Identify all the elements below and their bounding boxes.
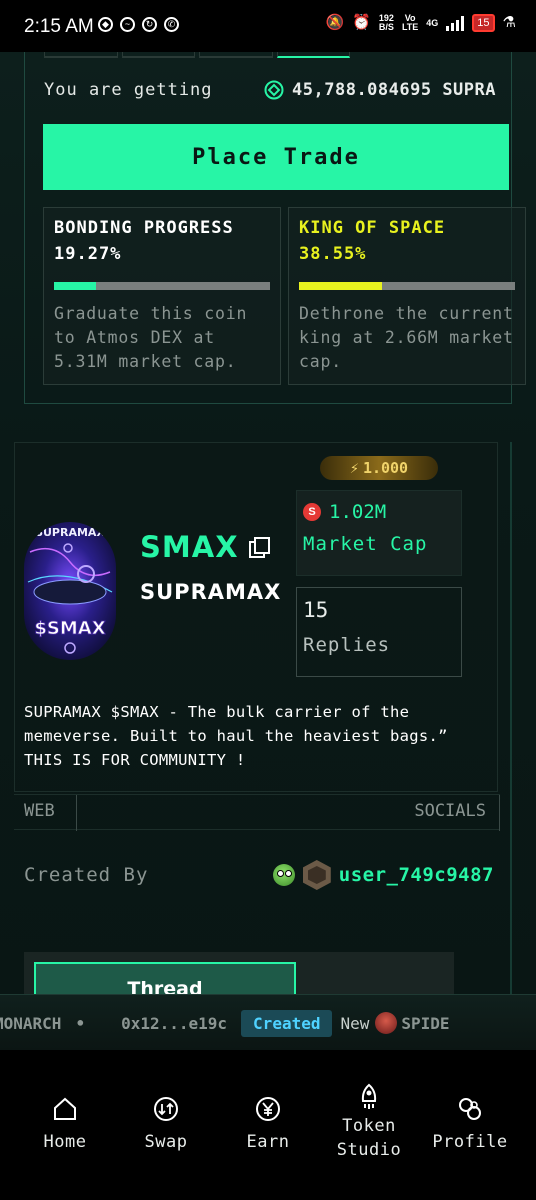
created-by-label: Created By — [24, 864, 149, 886]
ticker-token-avatar — [375, 1012, 398, 1034]
market-cap-label: Market Cap — [303, 533, 428, 555]
king-progress-bar — [299, 282, 515, 290]
king-title: KING OF SPACE — [299, 218, 446, 238]
web-link[interactable]: WEB — [24, 801, 55, 821]
market-cap-box: 1.02M Market Cap — [296, 490, 462, 576]
bottom-nav: Home Swap Earn Token Studio Profile — [0, 1050, 536, 1200]
divider — [499, 795, 500, 831]
nav-home[interactable]: Home — [15, 1094, 115, 1154]
status-bar: 2:15 AM ◆ ~ ↻ ✆ 🔕 ⏰ 192 B/S Vo LTE 4G 15… — [0, 0, 536, 52]
power-value: 1.000 — [362, 459, 409, 477]
token-artwork: SUPRAMAX $SMAX — [24, 522, 116, 660]
king-progress-fill — [299, 282, 383, 290]
bonding-progress-card: BONDING PROGRESS 19.27% Graduate this co… — [43, 207, 281, 385]
nav-profile[interactable]: Profile — [420, 1094, 520, 1154]
nav-earn-label: Earn — [246, 1132, 290, 1152]
king-of-space-card: KING OF SPACE 38.55% Dethrone the curren… — [288, 207, 526, 385]
notification-icons: ◆ ~ ↻ ✆ — [98, 17, 179, 32]
ticker-token[interactable]: MONARCH — [0, 1014, 61, 1033]
ticker-separator: • — [75, 1013, 86, 1033]
nav-swap-label: Swap — [144, 1132, 188, 1152]
preset-tab[interactable] — [121, 52, 195, 58]
token-image[interactable]: SUPRAMAX $SMAX — [24, 522, 116, 660]
receive-amount-group: 45,788.084695 SUPRA — [264, 80, 496, 100]
ticker-created-badge: Created — [241, 1009, 333, 1037]
mute-icon: 🔕 — [325, 14, 345, 31]
lightning-icon: ⚡ — [349, 459, 359, 477]
divider — [510, 442, 512, 1050]
nav-profile-label: Profile — [432, 1132, 508, 1152]
whatsapp-icon: ✆ — [164, 17, 179, 32]
volte-indicator: Vo LTE — [401, 13, 419, 32]
nav-swap[interactable]: Swap — [116, 1094, 216, 1154]
socials-link[interactable]: SOCIALS — [414, 801, 486, 821]
rank-badge-icon — [302, 860, 331, 890]
bonding-percent: 19.27% — [54, 244, 122, 264]
ticker-token[interactable]: SPIDE — [401, 1014, 449, 1033]
ticker-track: MONARCH • 0x12...e19c Created New SPIDE — [0, 995, 464, 1050]
bonding-description: Graduate this coin to Atmos DEX at 5.31M… — [54, 304, 248, 371]
rocket-icon — [319, 1082, 419, 1112]
profile-icon — [420, 1094, 520, 1124]
copy-icon[interactable] — [248, 537, 270, 558]
status-right: 🔕 ⏰ 192 B/S Vo LTE 4G 15 ⚗ — [326, 14, 516, 32]
frog-avatar-icon — [272, 864, 295, 886]
creator-username[interactable]: user_749c9487 — [339, 864, 494, 886]
supra-coin-icon — [303, 503, 321, 521]
token-ticker: SMAX — [140, 530, 239, 564]
receive-amount: 45,788.084695 SUPRA — [292, 80, 496, 100]
token-image-ticker: $SMAX — [34, 618, 105, 639]
sync-icon: ↻ — [142, 17, 157, 32]
replies-box: 15 Replies — [296, 587, 462, 677]
preset-tab[interactable] — [199, 52, 273, 58]
amount-presets — [44, 52, 350, 58]
bonding-progress-fill — [54, 282, 96, 290]
alarm-icon: ⏰ — [352, 14, 371, 31]
receive-label: You are getting — [44, 80, 213, 100]
dropbox-icon: ◆ — [98, 17, 113, 32]
net-speed: 192 B/S — [378, 13, 394, 32]
receive-estimate: You are getting 45,788.084695 SUPRA — [44, 78, 496, 102]
token-ticker-row: SMAX — [140, 530, 270, 564]
place-trade-button[interactable]: Place Trade — [43, 124, 509, 190]
power-badge: ⚡ 1.000 — [320, 456, 438, 480]
network-type: 4G — [426, 17, 439, 28]
supra-token-icon — [264, 80, 284, 100]
signal-icon — [446, 15, 465, 31]
nav-earn[interactable]: Earn — [218, 1094, 318, 1154]
home-icon — [15, 1094, 115, 1124]
ticker-address[interactable]: 0x12...e19c — [121, 1014, 227, 1033]
replies-label: Replies — [303, 634, 391, 656]
battery-icon: 15 — [472, 14, 495, 32]
creator-row: Created By user_749c9487 — [24, 860, 494, 890]
links-row: WEB SOCIALS — [14, 794, 500, 831]
creator-info: user_749c9487 — [272, 860, 494, 890]
ticker-new-label: New — [340, 1013, 370, 1033]
market-cap-value: 1.02M — [329, 501, 387, 523]
king-percent: 38.55% — [299, 244, 367, 264]
activity-ticker: MONARCH • 0x12...e19c Created New SPIDE — [0, 994, 536, 1050]
nav-token-studio[interactable]: Token Studio — [319, 1082, 419, 1162]
app-content: You are getting 45,788.084695 SUPRA Plac… — [0, 52, 536, 1050]
replies-count: 15 — [303, 598, 329, 622]
status-time: 2:15 AM — [24, 16, 94, 37]
swap-icon — [116, 1094, 216, 1124]
market-cap-value-row: 1.02M — [303, 501, 455, 523]
bonding-progress-bar — [54, 282, 270, 290]
token-description: SUPRAMAX $SMAX - The bulk carrier of the… — [24, 703, 448, 769]
earn-icon — [218, 1094, 318, 1124]
king-description: Dethrone the current king at 2.66M marke… — [299, 304, 514, 371]
messenger-icon: ~ — [120, 17, 135, 32]
preset-tab[interactable] — [44, 52, 118, 58]
bonding-title: BONDING PROGRESS — [54, 218, 234, 238]
flask-icon: ⚗ — [502, 14, 516, 31]
divider — [76, 795, 77, 831]
token-name: SUPRAMAX — [140, 580, 282, 604]
preset-tab-active[interactable] — [276, 52, 350, 58]
nav-token-studio-label: Token Studio — [336, 1116, 402, 1160]
nav-home-label: Home — [43, 1132, 87, 1152]
